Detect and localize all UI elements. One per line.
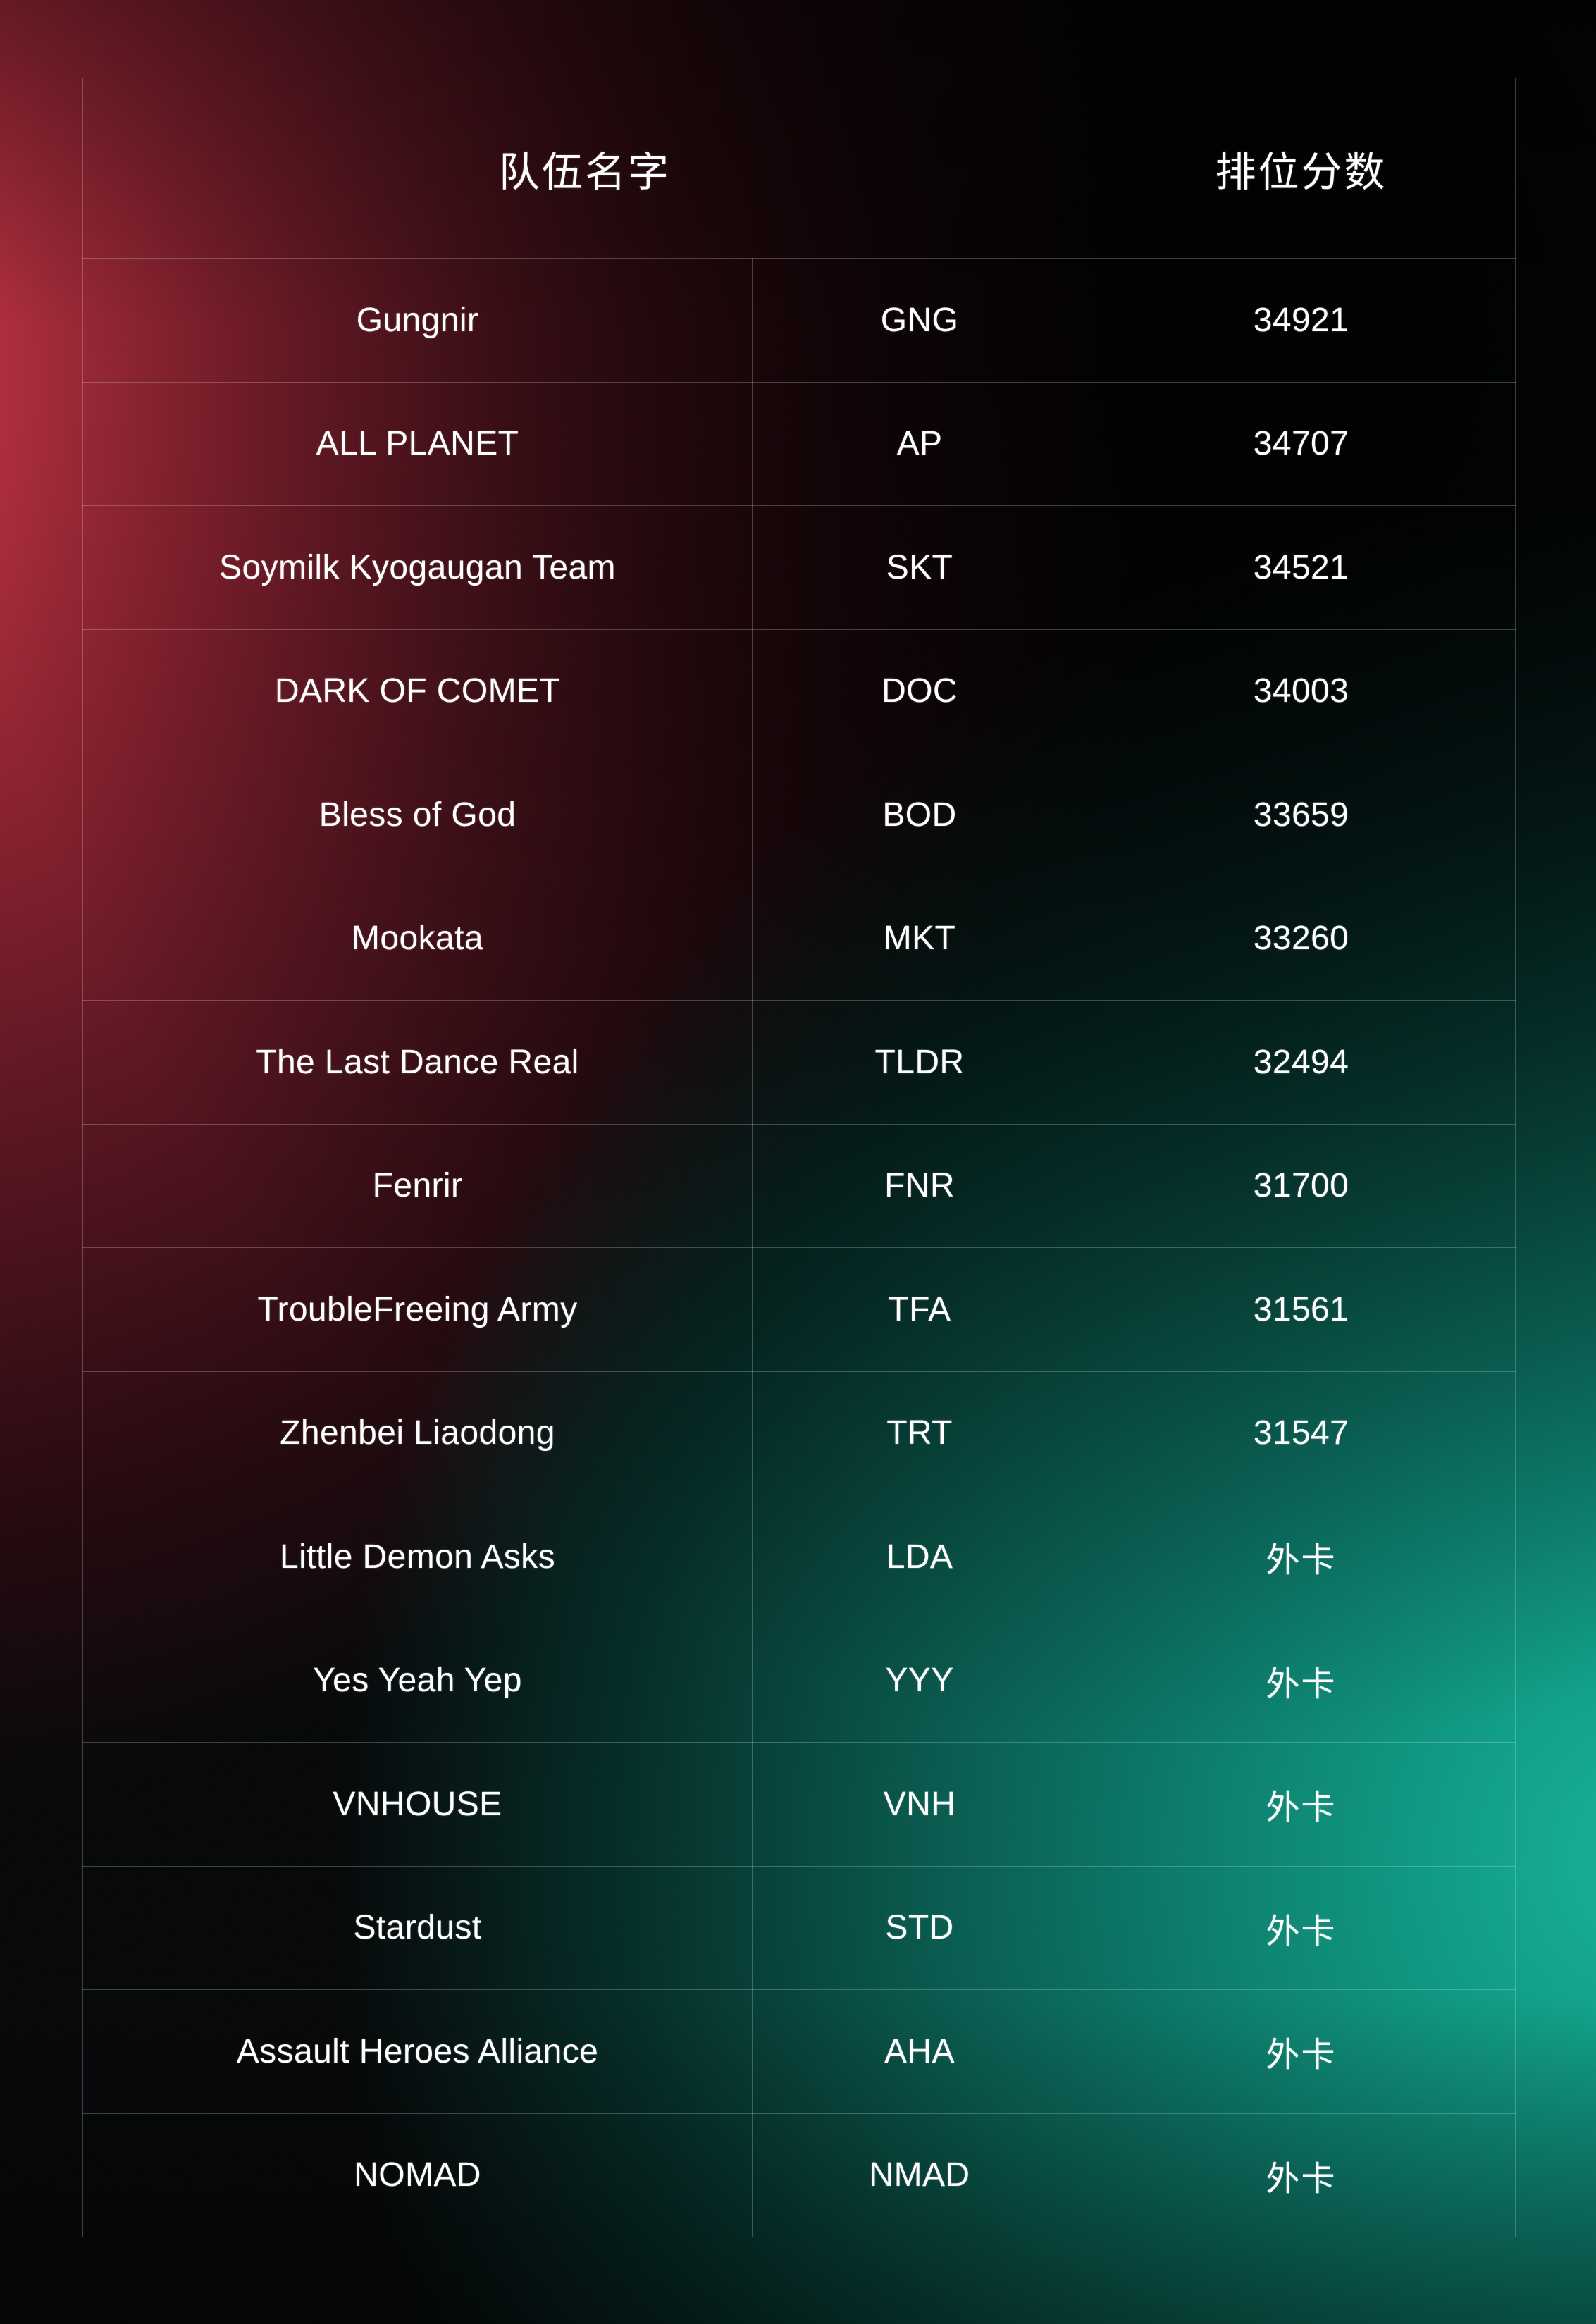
cell-ranking-score: 32494: [1087, 1000, 1516, 1125]
cell-team-name: Yes Yeah Yep: [82, 1618, 753, 1743]
cell-ranking-score: 34921: [1087, 258, 1516, 383]
cell-team-tag: TLDR: [751, 1000, 1088, 1125]
cell-team-name: ALL PLANET: [82, 381, 753, 506]
cell-wildcard-badge: 外卡: [1087, 1742, 1516, 1867]
cell-team-name: TroubleFreeing Army: [82, 1247, 753, 1372]
cell-team-tag: LDA: [751, 1495, 1088, 1619]
cell-team-name: Zhenbei Liaodong: [82, 1371, 753, 1495]
cell-ranking-score: 34003: [1087, 629, 1516, 753]
table-row[interactable]: Gungnir GNG 34921: [82, 258, 1516, 383]
cell-team-name: DARK OF COMET: [82, 629, 753, 753]
cell-team-tag: DOC: [751, 629, 1088, 753]
cell-team-tag: AHA: [751, 1989, 1088, 2114]
table-body: Gungnir GNG 34921 ALL PLANET AP 34707 Soymilk …: [82, 258, 1516, 2237]
cell-team-tag: STD: [751, 1865, 1088, 1990]
table-row[interactable]: Stardust STD 外卡: [82, 1865, 1516, 1990]
table-row[interactable]: VNHOUSE VNH 外卡: [82, 1742, 1516, 1867]
table-row[interactable]: Bless of God BOD 33659: [82, 753, 1516, 877]
cell-team-name: NOMAD: [82, 2113, 753, 2237]
table-row[interactable]: Yes Yeah Yep YYY 外卡: [82, 1618, 1516, 1743]
table-header: 队伍名字 排位分数: [82, 78, 1516, 259]
table-row[interactable]: TroubleFreeing Army TFA 31561: [82, 1247, 1516, 1372]
cell-team-name: Fenrir: [82, 1123, 753, 1248]
table-row[interactable]: DARK OF COMET DOC 34003: [82, 629, 1516, 753]
cell-ranking-score: 31547: [1087, 1371, 1516, 1495]
column-header-team-name: 队伍名字: [82, 78, 1087, 259]
cell-wildcard-badge: 外卡: [1087, 1618, 1516, 1743]
cell-ranking-score: 34707: [1087, 381, 1516, 506]
cell-team-tag: YYY: [751, 1618, 1088, 1743]
cell-ranking-score: 31700: [1087, 1123, 1516, 1248]
cell-team-tag: TFA: [751, 1247, 1088, 1372]
cell-ranking-score: 33260: [1087, 876, 1516, 1001]
cell-team-name: Assault Heroes Alliance: [82, 1989, 753, 2114]
cell-team-tag: MKT: [751, 876, 1088, 1001]
table-row[interactable]: NOMAD NMAD 外卡: [82, 2113, 1516, 2237]
cell-team-tag: TRT: [751, 1371, 1088, 1495]
table-row[interactable]: Zhenbei Liaodong TRT 31547: [82, 1371, 1516, 1495]
cell-team-tag: BOD: [751, 753, 1088, 877]
cell-team-name: Mookata: [82, 876, 753, 1001]
cell-wildcard-badge: 外卡: [1087, 2113, 1516, 2237]
cell-team-name: Stardust: [82, 1865, 753, 1990]
cell-team-tag: GNG: [751, 258, 1088, 383]
table-row[interactable]: ALL PLANET AP 34707: [82, 381, 1516, 506]
cell-ranking-score: 31561: [1087, 1247, 1516, 1372]
leaderboard-stage: 队伍名字 排位分数 Gungnir GNG 34921 ALL PLANET AP 347…: [0, 0, 1596, 2324]
table-row[interactable]: Little Demon Asks LDA 外卡: [82, 1495, 1516, 1619]
ranking-table: 队伍名字 排位分数 Gungnir GNG 34921 ALL PLANET AP 347…: [82, 78, 1516, 2237]
cell-team-tag: SKT: [751, 505, 1088, 630]
cell-team-tag: FNR: [751, 1123, 1088, 1248]
cell-team-name: Little Demon Asks: [82, 1495, 753, 1619]
cell-ranking-score: 34521: [1087, 505, 1516, 630]
column-header-ranking-score: 排位分数: [1087, 78, 1516, 259]
cell-team-name: The Last Dance Real: [82, 1000, 753, 1125]
cell-team-name: Gungnir: [82, 258, 753, 383]
cell-team-tag: AP: [751, 381, 1088, 506]
table-row[interactable]: Mookata MKT 33260: [82, 876, 1516, 1001]
cell-team-name: Bless of God: [82, 753, 753, 877]
table-row[interactable]: Assault Heroes Alliance AHA 外卡: [82, 1989, 1516, 2114]
table-row[interactable]: Soymilk Kyogaugan Team SKT 34521: [82, 505, 1516, 630]
cell-team-name: Soymilk Kyogaugan Team: [82, 505, 753, 630]
cell-wildcard-badge: 外卡: [1087, 1865, 1516, 1990]
header-row: 队伍名字 排位分数: [82, 78, 1516, 259]
cell-ranking-score: 33659: [1087, 753, 1516, 877]
cell-team-tag: VNH: [751, 1742, 1088, 1867]
cell-wildcard-badge: 外卡: [1087, 1495, 1516, 1619]
cell-team-tag: NMAD: [751, 2113, 1088, 2237]
table-row[interactable]: Fenrir FNR 31700: [82, 1123, 1516, 1248]
cell-team-name: VNHOUSE: [82, 1742, 753, 1867]
table-row[interactable]: The Last Dance Real TLDR 32494: [82, 1000, 1516, 1125]
cell-wildcard-badge: 外卡: [1087, 1989, 1516, 2114]
ranking-table-container: 队伍名字 排位分数 Gungnir GNG 34921 ALL PLANET AP 347…: [82, 78, 1516, 2237]
